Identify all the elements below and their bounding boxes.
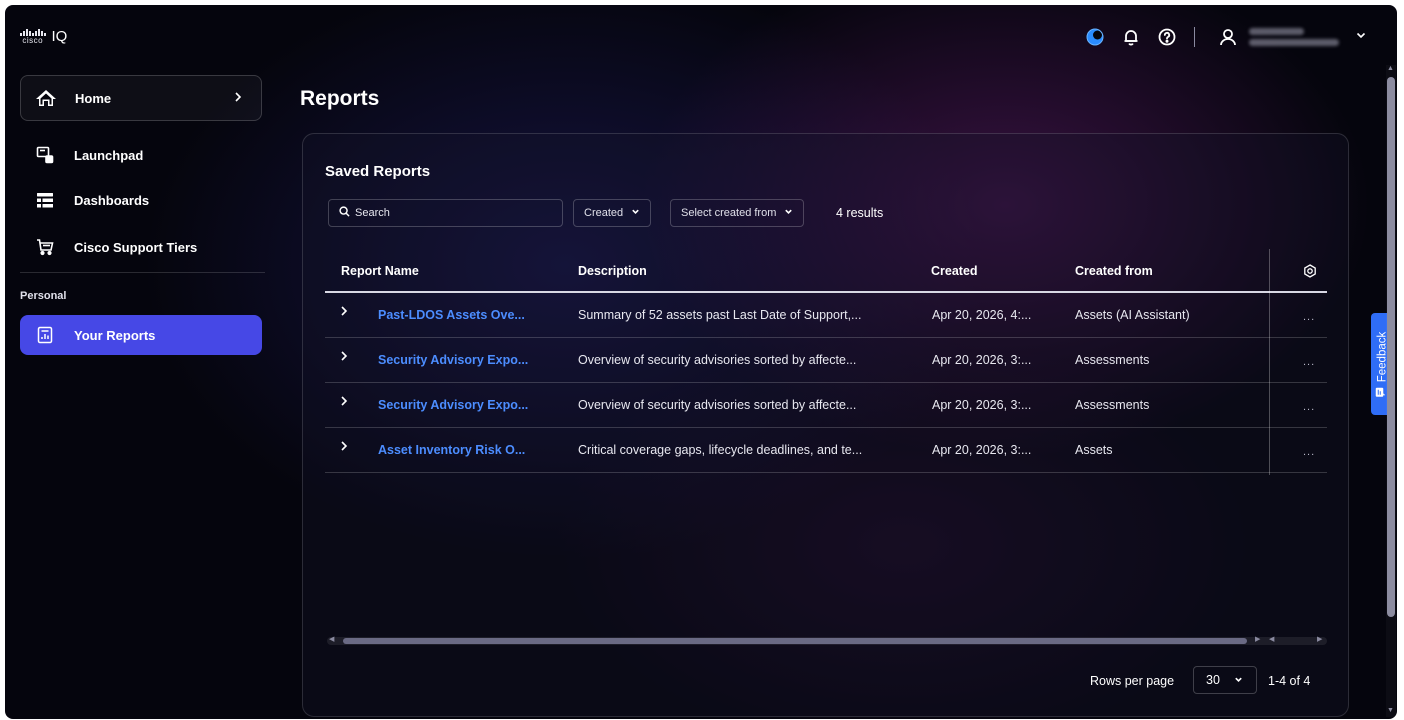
report-created-from: Assessments bbox=[1075, 398, 1150, 412]
sidebar-item-label: Home bbox=[75, 90, 112, 106]
report-created: Apr 20, 2026, 3:... bbox=[932, 398, 1032, 412]
row-actions-button[interactable]: ... bbox=[1303, 356, 1315, 368]
chevron-right-icon[interactable] bbox=[339, 439, 349, 457]
search-box[interactable] bbox=[328, 199, 563, 227]
report-name-link[interactable]: Past-LDOS Assets Ove... bbox=[378, 308, 525, 322]
chevron-right-icon[interactable] bbox=[339, 394, 349, 412]
saved-reports-card: Saved Reports Created Select created fro… bbox=[302, 133, 1349, 717]
help-icon[interactable] bbox=[1154, 24, 1180, 50]
report-description: Summary of 52 assets past Last Date of S… bbox=[578, 308, 862, 322]
theme-toggle-icon[interactable] bbox=[1082, 24, 1108, 50]
created-from-filter-dropdown[interactable]: Select created from bbox=[670, 199, 805, 227]
chevron-down-icon bbox=[631, 207, 640, 219]
chevron-right-icon bbox=[233, 90, 243, 108]
table-row[interactable]: Asset Inventory Risk O... Critical cover… bbox=[325, 428, 1327, 473]
section-label-personal: Personal bbox=[20, 290, 67, 302]
report-description: Critical coverage gaps, lifecycle deadli… bbox=[578, 443, 863, 457]
cisco-iq-logo[interactable]: cisco IQ bbox=[20, 28, 67, 45]
sidebar-item-cisco-support-tiers[interactable]: Cisco Support Tiers bbox=[20, 227, 262, 267]
row-actions-button[interactable]: ... bbox=[1303, 401, 1315, 413]
report-name-link[interactable]: Security Advisory Expo... bbox=[378, 353, 528, 367]
search-input[interactable] bbox=[355, 207, 555, 219]
scroll-right-arrow-icon[interactable]: ▶ bbox=[1255, 635, 1260, 643]
table-row[interactable]: Past-LDOS Assets Ove... Summary of 52 as… bbox=[325, 293, 1327, 338]
results-count: 4 results bbox=[836, 206, 884, 220]
report-name-link[interactable]: Security Advisory Expo... bbox=[378, 398, 528, 412]
row-actions-button[interactable]: ... bbox=[1303, 311, 1315, 323]
report-description: Overview of security advisories sorted b… bbox=[578, 398, 857, 412]
report-created-from: Assessments bbox=[1075, 353, 1150, 367]
sidebar-item-launchpad[interactable]: Launchpad bbox=[20, 135, 262, 175]
column-header-created-from[interactable]: Created from bbox=[1075, 264, 1153, 278]
cart-icon bbox=[34, 236, 56, 258]
sidebar-item-home[interactable]: Home bbox=[20, 75, 262, 121]
column-header-description[interactable]: Description bbox=[578, 264, 647, 278]
scroll-left-arrow-icon[interactable]: ◀ bbox=[1269, 635, 1274, 643]
sidebar-item-label: Your Reports bbox=[74, 327, 156, 343]
launchpad-icon bbox=[34, 144, 56, 166]
header-divider bbox=[1194, 27, 1195, 47]
dashboards-icon bbox=[34, 189, 56, 211]
cisco-logo-text: cisco bbox=[22, 35, 44, 45]
product-name: IQ bbox=[51, 28, 68, 45]
column-header-report-name[interactable]: Report Name bbox=[341, 264, 419, 278]
chevron-down-icon bbox=[784, 207, 793, 219]
page-title: Reports bbox=[300, 87, 380, 110]
bell-icon[interactable] bbox=[1118, 24, 1144, 50]
cisco-logo-icon: cisco bbox=[20, 28, 46, 45]
sidebar-item-your-reports[interactable]: Your Reports bbox=[20, 315, 262, 355]
table-row[interactable]: Security Advisory Expo... Overview of se… bbox=[325, 383, 1327, 428]
user-info-redacted[interactable] bbox=[1249, 28, 1341, 46]
rows-per-page-label: Rows per page bbox=[1090, 674, 1175, 688]
created-filter-dropdown[interactable]: Created bbox=[573, 199, 652, 227]
card-title: Saved Reports bbox=[325, 163, 431, 180]
report-created: Apr 20, 2026, 4:... bbox=[932, 308, 1032, 322]
header-actions bbox=[1072, 24, 1367, 50]
report-created-from: Assets (AI Assistant) bbox=[1075, 308, 1190, 322]
row-actions-button[interactable]: ... bbox=[1303, 446, 1315, 458]
home-icon bbox=[35, 87, 57, 109]
scroll-up-arrow-icon[interactable]: ▲ bbox=[1387, 65, 1394, 72]
created-from-filter-label: Select created from bbox=[681, 207, 777, 219]
report-created-from: Assets bbox=[1075, 443, 1113, 457]
column-settings-icon[interactable] bbox=[1303, 264, 1317, 283]
chevron-down-icon bbox=[1234, 673, 1243, 687]
chevron-down-icon[interactable] bbox=[1355, 28, 1367, 46]
app-window: cisco IQ Home Launchpad Dashboards Cisco… bbox=[5, 5, 1397, 719]
report-created: Apr 20, 2026, 3:... bbox=[932, 353, 1032, 367]
scroll-right-arrow-icon[interactable]: ▶ bbox=[1317, 635, 1322, 643]
column-header-created[interactable]: Created bbox=[931, 264, 978, 278]
search-icon bbox=[339, 204, 350, 222]
report-description: Overview of security advisories sorted b… bbox=[578, 353, 857, 367]
sidebar-item-label: Launchpad bbox=[74, 147, 144, 163]
horizontal-scrollbar-thumb[interactable] bbox=[343, 638, 1247, 644]
table-row[interactable]: Security Advisory Expo... Overview of se… bbox=[325, 338, 1327, 383]
scroll-left-arrow-icon[interactable]: ◀ bbox=[329, 635, 334, 643]
created-filter-label: Created bbox=[584, 207, 624, 219]
vertical-scrollbar-thumb[interactable] bbox=[1387, 77, 1395, 617]
report-created: Apr 20, 2026, 3:... bbox=[932, 443, 1032, 457]
rows-per-page-value: 30 bbox=[1206, 673, 1220, 687]
rows-per-page-select[interactable]: 30 bbox=[1193, 666, 1257, 694]
sidebar-item-dashboards[interactable]: Dashboards bbox=[20, 180, 262, 220]
scroll-down-arrow-icon[interactable]: ▼ bbox=[1387, 707, 1394, 714]
pagination-range: 1-4 of 4 bbox=[1268, 674, 1311, 688]
sidebar-item-home-row: Home bbox=[21, 78, 263, 118]
sidebar-item-label: Dashboards bbox=[74, 192, 150, 208]
chevron-right-icon[interactable] bbox=[339, 349, 349, 367]
report-icon bbox=[34, 324, 56, 346]
user-icon[interactable] bbox=[1215, 24, 1241, 50]
top-bar: cisco IQ bbox=[5, 5, 1397, 63]
sidebar-item-label: Cisco Support Tiers bbox=[74, 239, 198, 255]
chevron-right-icon[interactable] bbox=[339, 304, 349, 322]
report-name-link[interactable]: Asset Inventory Risk O... bbox=[378, 443, 525, 457]
sidebar-divider bbox=[20, 272, 265, 273]
